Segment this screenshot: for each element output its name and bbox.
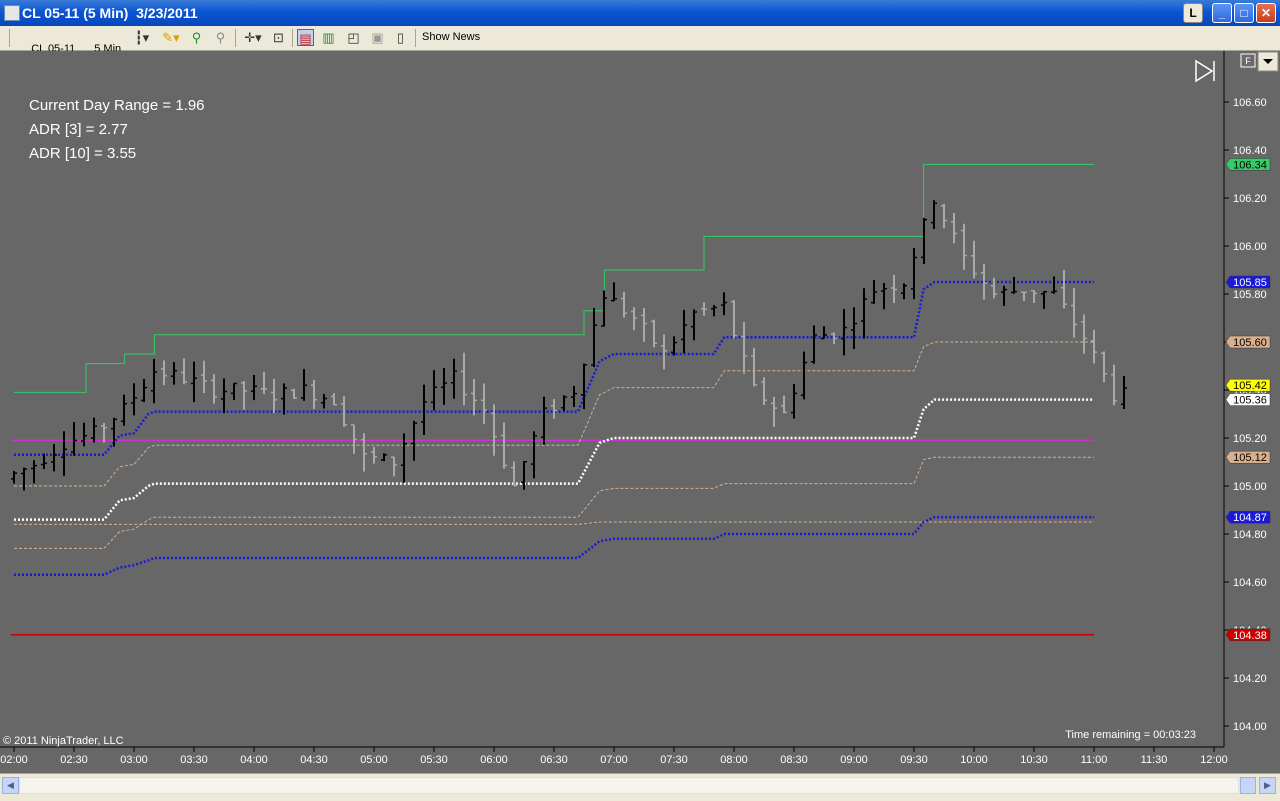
- chart-toolbar: CL 05-11 ▾ 5 Min ▾ ┇▾ ✎▾ ⚲ ⚲ ✛▾ ⊡ ▤ ▥ ◰ …: [0, 26, 1280, 68]
- adr-10-label: ADR [10] = 3.55: [29, 145, 136, 162]
- zoom-icon[interactable]: ⊡: [270, 29, 287, 46]
- price-marker: 105.60: [1225, 335, 1271, 349]
- x-tick-label: 06:00: [480, 754, 508, 766]
- f-button[interactable]: F: [1240, 53, 1256, 68]
- x-tick-label: 12:00: [1200, 754, 1228, 766]
- chart-trader-icon[interactable]: ▤: [297, 29, 314, 46]
- y-tick-label: 104.80: [1233, 529, 1267, 541]
- indicators-icon[interactable]: ▥: [320, 29, 337, 46]
- x-tick-label: 02:30: [60, 754, 88, 766]
- price-marker: 105.36: [1225, 393, 1271, 407]
- app-chart-icon: [4, 5, 20, 21]
- svg-text:104.38: 104.38: [1233, 630, 1267, 642]
- strategies-icon[interactable]: ◰: [345, 29, 362, 46]
- price-chart[interactable]: 106.60 106.40 106.20 106.00 105.80 105.60 105.…: [0, 51, 1280, 773]
- adr-3-label: ADR [3] = 2.77: [29, 121, 128, 138]
- y-tick-label: 104.60: [1233, 577, 1267, 589]
- toolbar-separator: [235, 29, 236, 47]
- link-button[interactable]: L: [1183, 3, 1203, 23]
- price-marker: 105.42: [1225, 378, 1271, 392]
- window-title: CL 05-11 (5 Min) 3/23/2011: [22, 5, 198, 21]
- price-marker: 106.34: [1225, 158, 1271, 171]
- x-tick-label: 11:00: [1081, 754, 1108, 766]
- price-marker: 105.12: [1225, 450, 1271, 464]
- y-tick-label: 106.60: [1233, 97, 1267, 109]
- y-tick-label: 105.80: [1233, 289, 1267, 301]
- y-tick-label: 106.20: [1233, 193, 1267, 205]
- svg-text:105.42: 105.42: [1233, 380, 1267, 392]
- scroll-track[interactable]: [19, 777, 1239, 794]
- properties-icon[interactable]: ▯: [392, 29, 409, 46]
- maximize-button[interactable]: □: [1234, 3, 1254, 23]
- title-bar: CL 05-11 (5 Min) 3/23/2011 L _ □ ✕: [0, 0, 1280, 26]
- x-tick-label: 06:30: [540, 754, 568, 766]
- svg-text:104.87: 104.87: [1233, 512, 1267, 524]
- scroll-right-button[interactable]: ▶: [1259, 777, 1276, 794]
- close-button[interactable]: ✕: [1256, 3, 1276, 23]
- x-tick-label: 11:30: [1141, 754, 1168, 766]
- x-tick-label: 10:30: [1020, 754, 1048, 766]
- pencil-drawing-icon[interactable]: ✎▾: [160, 29, 182, 46]
- svg-text:105.60: 105.60: [1233, 337, 1267, 349]
- x-tick-label: 05:00: [360, 754, 388, 766]
- minimize-button[interactable]: _: [1212, 3, 1232, 23]
- svg-text:105.12: 105.12: [1233, 452, 1267, 464]
- pin-icon[interactable]: ⚲: [188, 29, 205, 46]
- scroll-left-button[interactable]: ◀: [2, 777, 19, 794]
- current-day-range-label: Current Day Range = 1.96: [29, 97, 205, 114]
- price-marker: 104.87: [1225, 510, 1271, 524]
- svg-text:F: F: [1245, 56, 1251, 66]
- x-tick-label: 07:30: [660, 754, 688, 766]
- y-tick-label: 105.20: [1233, 433, 1267, 445]
- scroll-thumb[interactable]: [1240, 777, 1256, 794]
- toolbar-separator: [292, 29, 293, 47]
- price-marker: 105.85: [1225, 275, 1271, 289]
- toolbar-grip: [9, 29, 10, 47]
- bar-type-icon[interactable]: ┇▾: [131, 29, 153, 46]
- x-tick-label: 04:00: [240, 754, 268, 766]
- x-tick-label: 10:00: [960, 754, 988, 766]
- svg-text:105.36: 105.36: [1233, 395, 1267, 407]
- y-tick-label: 106.00: [1233, 241, 1267, 253]
- time-remaining-label: Time remaining = 00:03:23: [1065, 729, 1196, 741]
- toolbar-separator: [415, 29, 416, 47]
- x-tick-label: 03:00: [120, 754, 148, 766]
- copyright-label: © 2011 NinjaTrader, LLC: [3, 735, 124, 747]
- x-tick-label: 04:30: [300, 754, 328, 766]
- price-marker: 104.38: [1225, 628, 1271, 642]
- x-tick-label: 07:00: [600, 754, 628, 766]
- y-tick-label: 104.20: [1233, 673, 1267, 685]
- x-tick-label: 02:00: [0, 754, 28, 766]
- show-news-button[interactable]: Show News: [422, 31, 480, 43]
- x-tick-label: 08:00: [720, 754, 748, 766]
- unpin-icon[interactable]: ⚲: [212, 29, 229, 46]
- x-tick-label: 03:30: [180, 754, 208, 766]
- y-tick-label: 105.00: [1233, 481, 1267, 493]
- x-tick-label: 09:30: [900, 754, 928, 766]
- y-tick-label: 106.40: [1233, 145, 1267, 157]
- y-tick-label: 104.00: [1233, 721, 1267, 733]
- svg-text:105.85: 105.85: [1233, 277, 1267, 289]
- x-tick-label: 08:30: [780, 754, 808, 766]
- panel-dropdown-button[interactable]: [1257, 51, 1279, 72]
- svg-text:106.34: 106.34: [1233, 159, 1267, 171]
- horizontal-scrollbar[interactable]: ◀ ▶: [0, 773, 1280, 801]
- crosshair-icon[interactable]: ✛▾: [241, 29, 265, 46]
- data-box-icon[interactable]: ▣: [369, 29, 386, 46]
- x-tick-label: 09:00: [840, 754, 868, 766]
- x-tick-label: 05:30: [420, 754, 448, 766]
- chart-panel[interactable]: 106.60 106.40 106.20 106.00 105.80 105.60 105.…: [0, 51, 1280, 773]
